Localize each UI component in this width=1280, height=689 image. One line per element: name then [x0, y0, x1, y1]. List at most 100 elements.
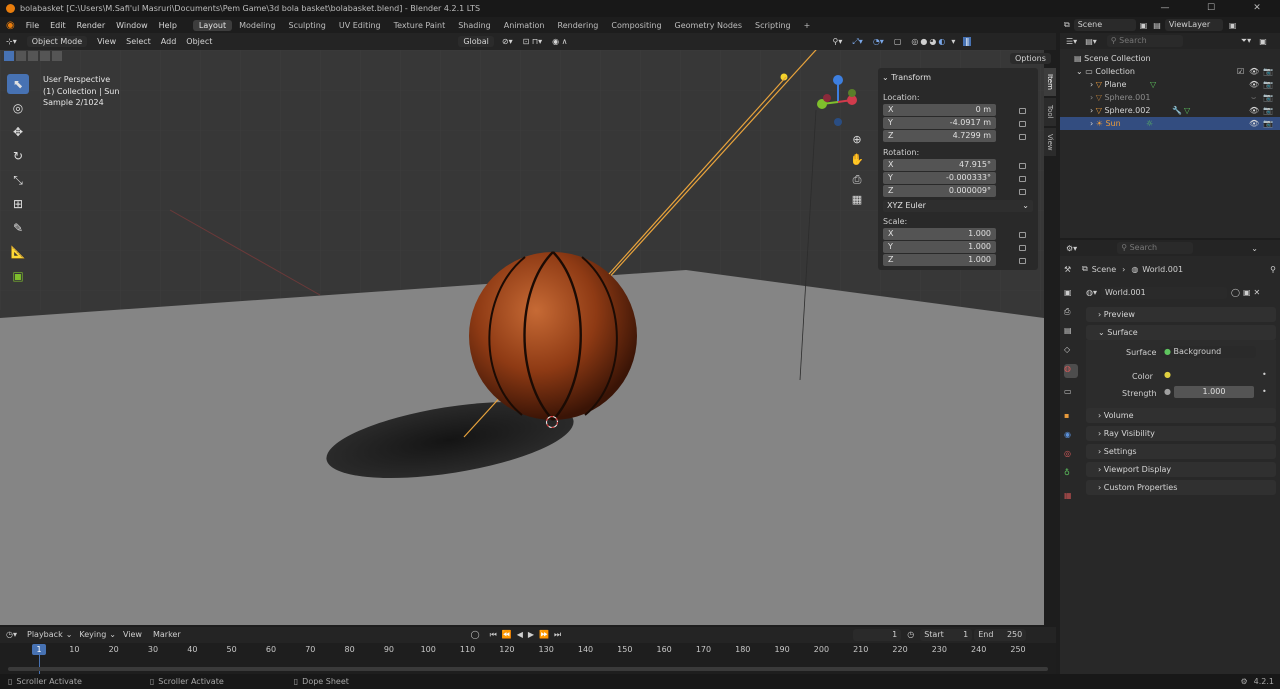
menu-edit[interactable]: Edit [50, 21, 66, 30]
tab-scripting[interactable]: Scripting [749, 20, 797, 31]
eye-icon[interactable]: 👁 [1249, 65, 1259, 78]
tab-tool[interactable]: Tool [1044, 98, 1056, 126]
menu-playback[interactable]: Playback [27, 630, 63, 639]
add-workspace-icon[interactable]: + [798, 20, 817, 31]
playhead[interactable]: 1 [32, 644, 46, 655]
location-z-field[interactable]: Z 4.7299 m [883, 130, 996, 142]
play-icon[interactable]: ▶ [528, 630, 534, 639]
section-settings[interactable]: › Settings [1086, 444, 1276, 459]
transform-tool-icon[interactable]: ⊞ [7, 194, 29, 214]
lock-icon[interactable] [1019, 108, 1026, 114]
tab-shading[interactable]: Shading [452, 20, 497, 31]
timeline-ruler[interactable]: 10 20 30 40 50 60 70 80 90 100 110 120 130 140 150 160 1… [0, 643, 1056, 674]
timeline-editor-type-icon[interactable]: ◷▾ [6, 630, 17, 639]
duplicate-icon[interactable]: ▣ [1243, 288, 1251, 297]
camera-icon[interactable]: 📷 [1263, 117, 1273, 130]
shading-solid-icon[interactable]: ● [920, 37, 927, 46]
location-y-field[interactable]: Y -4.0917 m [883, 117, 996, 129]
menu-marker[interactable]: Marker [153, 630, 181, 639]
menu-window[interactable]: Window [116, 21, 148, 30]
constraints-tab-icon[interactable]: ◎ [1064, 449, 1078, 463]
annotate-tool-icon[interactable]: ✎ [7, 218, 29, 238]
gizmo-icon[interactable]: ⤢▾ [852, 37, 862, 47]
scene-icon[interactable]: ⧉ [1064, 20, 1070, 30]
outliner-search-field[interactable]: ⚲ Search [1106, 35, 1183, 47]
end-frame-field[interactable]: End 250 [974, 628, 1027, 641]
maximize-icon[interactable]: ☐ [1188, 0, 1234, 17]
properties-options-icon[interactable]: ⌄ [1251, 244, 1258, 253]
record-icon[interactable]: ◯ [471, 630, 480, 639]
color-swatch[interactable] [1174, 369, 1254, 381]
surface-shader-field[interactable]: ● Background [1160, 346, 1256, 358]
pivot-icon[interactable]: ⊘▾ [502, 37, 513, 46]
render-tab-icon[interactable]: ▣ [1064, 288, 1078, 302]
outliner-row-sphere-001[interactable]: › ▽ Sphere.001 ⌣ 📷 [1060, 91, 1280, 104]
properties-search-field[interactable]: ⚲ Search [1117, 242, 1194, 254]
jump-keyframe-back-icon[interactable]: ⏪ [502, 630, 512, 639]
rotation-y-field[interactable]: Y -0.000333° [883, 172, 996, 184]
overlay-icon[interactable]: ◔▾ [873, 37, 884, 46]
keyframe-dot-icon[interactable]: • [1262, 370, 1267, 379]
rotate-tool-icon[interactable]: ↻ [7, 146, 29, 166]
start-frame-field[interactable]: Start 1 [920, 628, 973, 641]
object-data-tab-icon[interactable]: ♁ [1064, 468, 1078, 482]
menu-add[interactable]: Add [161, 37, 177, 46]
keyframe-dot-icon[interactable]: • [1262, 387, 1267, 396]
camera-icon[interactable]: 📷 [1263, 78, 1273, 91]
zoom-icon[interactable]: ⊕ [849, 130, 865, 150]
menu-help[interactable]: Help [159, 21, 177, 30]
shading-rendered-icon[interactable]: ◐ [938, 37, 945, 46]
outliner-row-scene-collection[interactable]: ▤ Scene Collection [1060, 52, 1280, 65]
orientation-dropdown[interactable]: Global [458, 36, 494, 47]
world-name-field[interactable]: World.001 [1101, 286, 1227, 299]
fake-user-icon[interactable]: ◯ [1231, 288, 1240, 297]
lock-icon[interactable] [1019, 245, 1026, 251]
scene-selector[interactable]: Scene [1073, 19, 1136, 31]
pin-icon[interactable]: ⚲ [1270, 265, 1276, 274]
lock-icon[interactable] [1019, 232, 1026, 238]
outliner-row-plane[interactable]: › ▽ Plane ▽ 👁 📷 [1060, 78, 1280, 91]
eye-closed-icon[interactable]: ⌣ [1251, 91, 1256, 104]
xray-icon[interactable]: ▢ [894, 37, 902, 46]
new-viewlayer-icon[interactable]: ▣ [1229, 21, 1237, 30]
close-icon[interactable]: ✕ [1234, 0, 1280, 17]
object-tab-icon[interactable]: ▪ [1064, 411, 1078, 425]
section-preview[interactable]: › Preview [1086, 307, 1276, 322]
tab-geometry-nodes[interactable]: Geometry Nodes [669, 20, 748, 31]
options-dropdown[interactable]: Options [1010, 53, 1051, 64]
lock-icon[interactable] [1019, 121, 1026, 127]
outliner-row-collection[interactable]: ⌄ ▭ Collection ☑ 👁 📷 [1060, 65, 1280, 78]
shading-wireframe-icon[interactable]: ◎ [911, 37, 918, 46]
snap-icon[interactable]: ⊡ ⊓▾ [523, 37, 543, 46]
select-extend-icon[interactable] [16, 51, 26, 61]
section-custom-properties[interactable]: › Custom Properties [1086, 480, 1276, 495]
current-frame-field[interactable]: 1 [853, 628, 902, 641]
tab-view[interactable]: View [1044, 128, 1056, 156]
tab-animation[interactable]: Animation [498, 20, 551, 31]
transform-panel-header[interactable]: ⌄ Transform [882, 73, 931, 82]
viewlayer-icon[interactable]: ▤ [1153, 21, 1161, 30]
blender-menu-icon[interactable]: ◉ [6, 20, 15, 31]
tab-item[interactable]: Item [1044, 68, 1056, 96]
select-invert-icon[interactable] [40, 51, 50, 61]
display-mode-icon[interactable]: ▤▾ [1085, 37, 1097, 46]
outliner-editor-type-icon[interactable]: ☰▾ [1066, 37, 1077, 46]
cursor-tool-icon[interactable]: ◎ [7, 98, 29, 118]
outliner-row-sun[interactable]: › ☀ Sun ☼ 👁 📷 [1060, 117, 1280, 130]
strength-field[interactable]: 1.000 [1174, 386, 1254, 398]
move-tool-icon[interactable]: ✥ [7, 122, 29, 142]
editor-type-icon[interactable]: ⊹▾ [6, 37, 17, 46]
scale-y-field[interactable]: Y 1.000 [883, 241, 996, 253]
play-reverse-icon[interactable]: ◀ [517, 630, 523, 639]
location-x-field[interactable]: X 0 m [883, 104, 996, 116]
rotation-x-field[interactable]: X 47.915° [883, 159, 996, 171]
menu-view[interactable]: View [123, 630, 142, 639]
select-subtract-icon[interactable] [28, 51, 38, 61]
strength-socket-icon[interactable]: ● [1164, 387, 1171, 396]
section-ray-visibility[interactable]: › Ray Visibility [1086, 426, 1276, 441]
texture-tab-icon[interactable]: ▦ [1064, 491, 1078, 505]
tab-modeling[interactable]: Modeling [233, 20, 281, 31]
visibility-icon[interactable]: ⚲▾ [833, 37, 843, 46]
section-surface[interactable]: ⌄ Surface [1086, 325, 1276, 340]
eye-icon[interactable]: 👁 [1249, 117, 1259, 130]
